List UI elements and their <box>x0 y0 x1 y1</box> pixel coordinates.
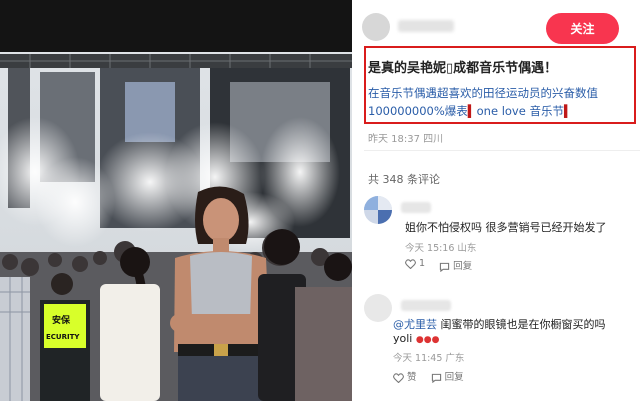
post-body-tag[interactable]: one love 音乐节 <box>477 104 564 118</box>
reply-label: 回复 <box>444 372 464 383</box>
comment-text: 姐你不怕侵权吗 很多营销号已经开始发了 <box>405 221 607 234</box>
author-name-blurred[interactable] <box>398 20 454 32</box>
post-meta: 昨天 18:37 四川 <box>368 134 444 145</box>
red-marker-2: ▍ <box>563 104 573 118</box>
reply-button[interactable]: 回复 <box>439 258 472 272</box>
comment-item: @尤里芸 闺蜜带的眼镜也是在你橱窗买的吗 yoli ●●● 今天 11:45 广… <box>364 294 640 394</box>
emoji-icons: ●●● <box>415 335 440 345</box>
comment-time: 今天 15:16 山东 <box>405 243 477 254</box>
security-vest-text: 安保 <box>52 314 71 326</box>
author-avatar[interactable] <box>362 13 390 41</box>
reply-button[interactable]: 回复 <box>431 369 464 383</box>
mention-link[interactable]: @尤里芸 <box>393 318 437 331</box>
comment-avatar[interactable] <box>364 294 392 322</box>
heart-icon <box>405 258 416 269</box>
festival-photo: 安保 ECURITY <box>0 52 352 401</box>
comment-time: 今天 11:45 广东 <box>393 353 465 364</box>
like-button[interactable]: 赞 <box>393 369 417 383</box>
heart-icon <box>393 372 404 383</box>
commenter-name-blurred[interactable] <box>401 300 451 311</box>
follow-button[interactable]: 关注 <box>546 13 619 44</box>
reply-icon <box>439 262 450 272</box>
reply-label: 回复 <box>453 261 473 272</box>
comment-avatar[interactable] <box>364 196 392 224</box>
post-title: 是真的吴艳妮▯成都音乐节偶遇！ <box>368 61 558 76</box>
post-photo-pane[interactable]: 安保 ECURITY <box>0 0 352 401</box>
post-detail-panel: 关注 是真的吴艳妮▯成都音乐节偶遇！ 在音乐节偶遇超喜欢的田径运动员的兴奋数值 … <box>352 0 640 401</box>
reply-icon <box>431 373 441 383</box>
post-body-line-2: 100000000%爆表▍one love 音乐节▍ <box>368 102 632 120</box>
post-body-percent: 100000000%爆表 <box>368 104 468 118</box>
like-label: 赞 <box>407 372 417 383</box>
comment-text-body: 闺蜜带的眼镜也是在你橱窗买的吗 <box>437 318 606 331</box>
comment-text-line-2-text: yoli <box>393 332 413 345</box>
post-body-line-1: 在音乐节偶遇超喜欢的田径运动员的兴奋数值 <box>368 86 598 100</box>
commenter-name-blurred[interactable] <box>401 202 431 213</box>
photo-top-bar <box>0 0 352 52</box>
post-body: 在音乐节偶遇超喜欢的田径运动员的兴奋数值 100000000%爆表▍one lo… <box>368 84 632 120</box>
security-vest-text-2: ECURITY <box>46 333 80 341</box>
comment-text: @尤里芸 闺蜜带的眼镜也是在你橱窗买的吗 <box>393 316 606 332</box>
like-button[interactable]: 1 <box>405 258 425 272</box>
comment-text-line-2: yoli ●●● <box>393 332 439 345</box>
comment-actions: 赞 回复 <box>393 369 464 383</box>
divider <box>364 150 640 151</box>
red-marker-1: ▍ <box>467 104 477 118</box>
comment-actions: 1 回复 <box>405 258 472 272</box>
comments-count: 共 348 条评论 <box>368 173 440 186</box>
like-count: 1 <box>419 258 426 269</box>
comment-item: 姐你不怕侵权吗 很多营销号已经开始发了 今天 15:16 山东 1 回复 <box>364 196 640 276</box>
